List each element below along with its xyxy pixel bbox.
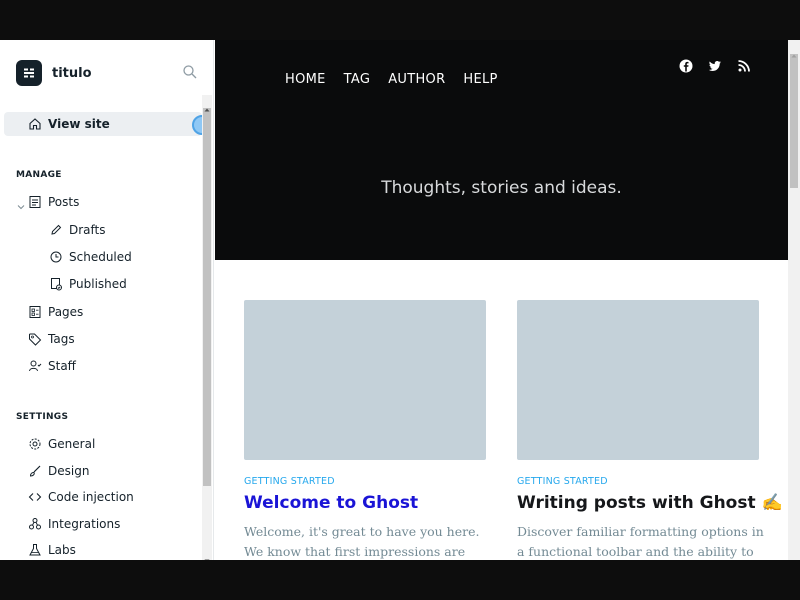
- post-image-placeholder[interactable]: [517, 300, 759, 460]
- sidebar-item-general[interactable]: General: [4, 432, 202, 456]
- site-header: HOME TAG AUTHOR HELP Thoughts, stories a…: [215, 40, 788, 260]
- sidebar-item-label: Tags: [48, 332, 75, 346]
- post-image-placeholder[interactable]: [244, 300, 486, 460]
- brand-name: titulo: [52, 65, 92, 81]
- rss-icon[interactable]: [736, 58, 752, 74]
- gear-icon: [28, 437, 42, 451]
- nav-link-author[interactable]: AUTHOR: [388, 72, 445, 87]
- sidebar-item-label: Published: [69, 277, 127, 291]
- sidebar-item-drafts[interactable]: Drafts: [4, 218, 202, 242]
- pencil-icon: [49, 223, 63, 237]
- posts-icon: [28, 195, 42, 209]
- browser-viewport: titulo View site MANAGE Posts Drafts Sch…: [0, 40, 800, 560]
- scroll-up-arrow-icon[interactable]: [791, 44, 797, 58]
- flask-icon: [28, 543, 42, 557]
- search-icon[interactable]: [182, 64, 198, 80]
- sidebar-item-staff[interactable]: Staff: [4, 354, 202, 378]
- social-links: [678, 58, 752, 74]
- staff-icon: [28, 359, 42, 373]
- post-title[interactable]: Writing posts with Ghost ✍️: [517, 493, 783, 513]
- site-tagline: Thoughts, stories and ideas.: [381, 178, 622, 198]
- scroll-down-arrow-icon[interactable]: [204, 549, 210, 560]
- facebook-icon[interactable]: [678, 58, 694, 74]
- post-tag[interactable]: GETTING STARTED: [244, 476, 486, 487]
- sidebar-scrollbar-thumb[interactable]: [203, 108, 211, 486]
- post-excerpt: Discover familiar formatting options in …: [517, 524, 764, 559]
- sidebar-item-labs[interactable]: Labs: [4, 538, 202, 560]
- manage-heading: MANAGE: [16, 170, 62, 180]
- sidebar-item-label: Posts: [48, 195, 80, 209]
- nav-link-help[interactable]: HELP: [463, 72, 497, 87]
- site-preview: HOME TAG AUTHOR HELP Thoughts, stories a…: [215, 40, 788, 560]
- post-excerpt: Welcome, it's great to have you here. We…: [244, 524, 480, 559]
- scroll-down-arrow-icon[interactable]: [791, 550, 797, 556]
- brand[interactable]: titulo: [16, 60, 92, 86]
- sidebar-item-label: Drafts: [69, 223, 106, 237]
- clock-icon: [49, 250, 63, 264]
- sidebar-item-scheduled[interactable]: Scheduled: [4, 245, 202, 269]
- admin-sidebar: titulo View site MANAGE Posts Drafts Sch…: [0, 40, 214, 560]
- integrations-icon: [28, 517, 42, 531]
- sidebar-item-integrations[interactable]: Integrations: [4, 512, 202, 536]
- sidebar-item-label: Staff: [48, 359, 76, 373]
- home-icon: [28, 117, 42, 131]
- sidebar-item-label: Labs: [48, 543, 76, 557]
- tag-icon: [28, 332, 42, 346]
- brush-icon: [28, 464, 42, 478]
- brand-logo-icon: [16, 60, 42, 86]
- sidebar-item-view-site[interactable]: View site: [4, 112, 202, 136]
- nav-link-tag[interactable]: TAG: [344, 72, 371, 87]
- post-card[interactable]: GETTING STARTED Welcome to Ghost Welcome…: [244, 300, 486, 560]
- settings-heading: SETTINGS: [16, 412, 69, 422]
- sidebar-item-code-injection[interactable]: Code injection: [4, 485, 202, 509]
- sidebar-item-label: General: [48, 437, 96, 451]
- sidebar-item-label: Design: [48, 464, 90, 478]
- sidebar-item-label: Scheduled: [69, 250, 132, 264]
- sidebar-item-tags[interactable]: Tags: [4, 327, 202, 351]
- published-icon: [49, 277, 63, 291]
- scroll-up-arrow-icon[interactable]: [204, 98, 210, 112]
- sidebar-item-pages[interactable]: Pages: [4, 300, 202, 324]
- site-nav: HOME TAG AUTHOR HELP: [285, 72, 498, 87]
- sidebar-item-label: Code injection: [48, 490, 134, 504]
- page-scrollbar-thumb[interactable]: [790, 54, 798, 188]
- sidebar-item-label: Integrations: [48, 517, 121, 531]
- sidebar-item-design[interactable]: Design: [4, 459, 202, 483]
- sidebar-item-label: View site: [48, 117, 110, 131]
- window-bottom-bar: [0, 560, 800, 600]
- pages-icon: [28, 305, 42, 319]
- post-title[interactable]: Welcome to Ghost: [244, 493, 486, 513]
- sidebar-item-label: Pages: [48, 305, 84, 319]
- post-card[interactable]: GETTING STARTED Writing posts with Ghost…: [517, 300, 783, 560]
- window-top-bar: [0, 0, 800, 40]
- code-icon: [28, 490, 42, 504]
- sidebar-item-published[interactable]: Published: [4, 272, 202, 296]
- post-tag[interactable]: GETTING STARTED: [517, 476, 759, 487]
- sidebar-item-posts[interactable]: Posts: [4, 190, 202, 214]
- nav-link-home[interactable]: HOME: [285, 72, 326, 87]
- twitter-icon[interactable]: [707, 58, 723, 74]
